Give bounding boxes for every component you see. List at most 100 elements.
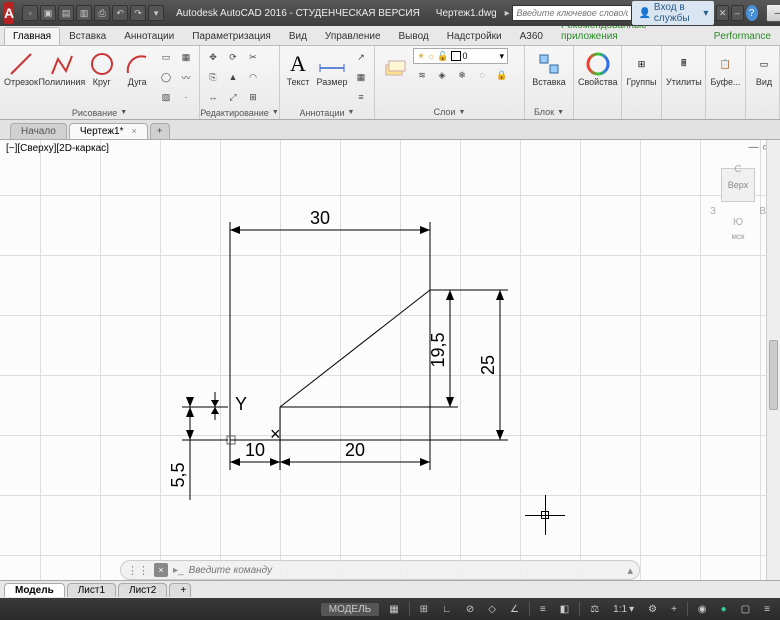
- search-input[interactable]: [512, 5, 632, 21]
- command-input[interactable]: [189, 565, 623, 576]
- tab-annotate[interactable]: Аннотации: [115, 27, 183, 45]
- layer-iso-icon[interactable]: ◈: [433, 66, 451, 84]
- dimension-button[interactable]: Размер: [316, 48, 348, 87]
- insert-block-button[interactable]: Вставка: [529, 48, 569, 87]
- table-icon[interactable]: ▦: [352, 68, 370, 86]
- qat-new-icon[interactable]: ▫: [22, 5, 38, 21]
- region-icon[interactable]: ▨: [157, 88, 175, 106]
- groups-button[interactable]: ⊞Группы: [626, 48, 657, 87]
- circle-button[interactable]: Круг: [86, 48, 118, 87]
- snap-toggle-icon[interactable]: ⊞: [416, 603, 432, 616]
- text-button[interactable]: AТекст: [284, 48, 312, 87]
- transparency-toggle-icon[interactable]: ◧: [556, 603, 573, 616]
- copy-icon[interactable]: ⎘: [204, 68, 222, 86]
- clipboard-button[interactable]: 📋Буфе...: [710, 48, 741, 87]
- qat-undo-icon[interactable]: ↶: [112, 5, 128, 21]
- lineweight-toggle-icon[interactable]: ≡: [536, 603, 550, 616]
- scale-icon[interactable]: ⤢: [224, 88, 242, 106]
- layer-lock-icon[interactable]: 🔒: [493, 66, 511, 84]
- panel-block-title[interactable]: Блок▼: [529, 105, 569, 119]
- vertical-scrollbar[interactable]: [766, 140, 780, 580]
- grid-toggle-icon[interactable]: ▦: [385, 603, 402, 616]
- hardware-accel-icon[interactable]: ●: [717, 603, 731, 616]
- close-tab-icon[interactable]: ×: [131, 126, 136, 136]
- panel-draw-title[interactable]: Рисование▼: [4, 106, 195, 119]
- polar-toggle-icon[interactable]: ⊘: [462, 603, 478, 616]
- annoscale-icon[interactable]: ⚖: [586, 603, 603, 616]
- drawing-area[interactable]: [−][Сверху][2D-каркас] — ▭ С Верх З В Ю …: [0, 140, 780, 580]
- fillet-icon[interactable]: ◠: [244, 68, 262, 86]
- qat-print-icon[interactable]: ⎙: [94, 5, 110, 21]
- tab-insert[interactable]: Вставка: [60, 27, 115, 45]
- tab-model[interactable]: Модель: [4, 583, 65, 597]
- cmd-menu-icon[interactable]: ▴: [627, 564, 633, 577]
- title-search[interactable]: ▸: [505, 5, 633, 21]
- otrack-toggle-icon[interactable]: ∠: [506, 603, 523, 616]
- viewcube-wcs[interactable]: мск: [708, 232, 768, 241]
- tab-addins[interactable]: Надстройки: [438, 27, 511, 45]
- viewcube-south[interactable]: Ю: [708, 217, 768, 228]
- rect-icon[interactable]: ▭: [157, 48, 175, 66]
- scale-display[interactable]: 1:1 ▾: [609, 603, 638, 616]
- exchange-icon[interactable]: ✕: [716, 5, 729, 21]
- layer-freeze-icon[interactable]: ❄: [453, 66, 471, 84]
- qat-save-icon[interactable]: ▤: [58, 5, 74, 21]
- properties-button[interactable]: Свойства: [578, 48, 618, 87]
- add-layout-button[interactable]: +: [169, 583, 191, 597]
- ortho-toggle-icon[interactable]: ∟: [438, 603, 456, 616]
- tab-a360[interactable]: A360: [511, 27, 552, 45]
- ellipse-icon[interactable]: ◯: [157, 68, 175, 86]
- canvas[interactable]: × Y 30 10 20: [0, 140, 780, 580]
- new-tab-button[interactable]: +: [150, 123, 170, 139]
- tab-view[interactable]: Вид: [280, 27, 316, 45]
- annomon-icon[interactable]: +: [667, 603, 681, 616]
- tab-output[interactable]: Вывод: [390, 27, 438, 45]
- stretch-icon[interactable]: ↔: [204, 88, 222, 106]
- close-cmdline-icon[interactable]: ×: [154, 563, 168, 577]
- utilities-button[interactable]: 🖩Утилиты: [666, 48, 702, 87]
- minimize-button[interactable]: —: [766, 4, 780, 22]
- workspace-icon[interactable]: ⚙: [644, 603, 661, 616]
- leader-icon[interactable]: ↗: [352, 48, 370, 66]
- tab-home[interactable]: Главная: [4, 27, 60, 45]
- signin-button[interactable]: 👤 Вход в службы ▾: [632, 1, 714, 25]
- grip-icon[interactable]: ⋮⋮: [127, 564, 149, 577]
- panel-annot-title[interactable]: Аннотации▼: [284, 106, 370, 119]
- qat-more-icon[interactable]: ▾: [148, 5, 164, 21]
- file-tab-drawing1[interactable]: Чертеж1*×: [69, 123, 148, 139]
- hatch-icon[interactable]: ▦: [177, 48, 195, 66]
- viewport-label[interactable]: [−][Сверху][2D-каркас]: [6, 143, 109, 154]
- app-logo[interactable]: A: [4, 2, 14, 24]
- panel-edit-title[interactable]: Редактирование▼: [204, 106, 275, 119]
- mirror-icon[interactable]: ▲: [224, 68, 242, 86]
- spline-icon[interactable]: 〰: [177, 68, 195, 86]
- scrollbar-thumb[interactable]: [769, 340, 778, 410]
- tab-parametric[interactable]: Параметризация: [183, 27, 280, 45]
- qat-open-icon[interactable]: ▣: [40, 5, 56, 21]
- customize-icon[interactable]: ≡: [760, 603, 774, 616]
- command-line[interactable]: ⋮⋮ × ▸_ ▴: [120, 560, 640, 580]
- view-button[interactable]: ▭Вид: [750, 48, 778, 87]
- dash-icon[interactable]: –: [731, 5, 744, 21]
- osnap-toggle-icon[interactable]: ◇: [484, 603, 500, 616]
- tab-sheet2[interactable]: Лист2: [118, 583, 167, 597]
- viewcube-north[interactable]: С: [708, 164, 768, 175]
- point-icon[interactable]: ·: [177, 88, 195, 106]
- polyline-button[interactable]: Полилиния: [42, 48, 82, 87]
- move-icon[interactable]: ✥: [204, 48, 222, 66]
- layer-combo[interactable]: ☀ ☼ 🔓 0 ▾: [413, 48, 508, 64]
- cleanscreen-icon[interactable]: ▢: [737, 603, 754, 616]
- viewcube-east[interactable]: В: [759, 206, 766, 217]
- tab-sheet1[interactable]: Лист1: [67, 583, 116, 597]
- viewcube-west[interactable]: З: [710, 206, 716, 217]
- minimize-viewport-icon[interactable]: —: [749, 142, 759, 153]
- line-button[interactable]: Отрезок: [4, 48, 38, 87]
- array-icon[interactable]: ⊞: [244, 88, 262, 106]
- viewcube[interactable]: С Верх З В Ю мск: [708, 160, 768, 260]
- status-model[interactable]: МОДЕЛЬ: [321, 603, 379, 616]
- arc-button[interactable]: Дуга: [121, 48, 153, 87]
- help-icon[interactable]: ?: [746, 5, 758, 21]
- qat-redo-icon[interactable]: ↷: [130, 5, 146, 21]
- file-tab-start[interactable]: Начало: [10, 123, 67, 139]
- rotate-icon[interactable]: ⟳: [224, 48, 242, 66]
